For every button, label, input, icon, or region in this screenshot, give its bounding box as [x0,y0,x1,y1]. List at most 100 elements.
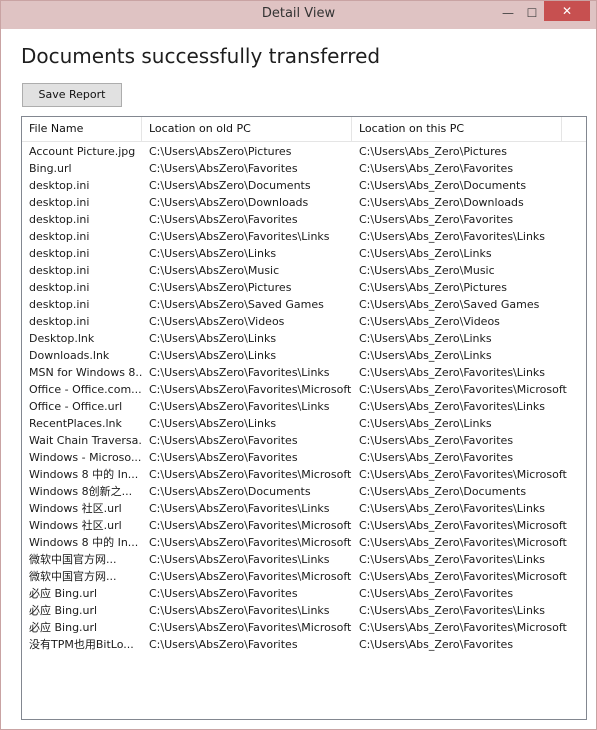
table-row[interactable]: Account Picture.jpg C:\Users\AbsZero\Pict… [22,143,586,160]
new-location-cell: C:\Users\Abs_Zero\Favorites\Links [359,502,546,515]
table-row[interactable]: Windows 社区.url C:\Users\AbsZero\Favorites… [22,517,586,534]
new-location-cell: C:\Users\Abs_Zero\Documents [359,179,527,192]
file-name-cell: Bing.url [29,162,72,175]
table-row[interactable]: desktop.ini C:\Users\AbsZero\Pictures C:\U… [22,279,586,296]
new-location-cell: C:\Users\Abs_Zero\Pictures [359,281,507,294]
old-location-cell: C:\Users\AbsZero\Favorites\Microsoft [149,519,352,532]
file-name-cell: 必应 Bing.url [29,587,98,600]
file-name-cell: Windows 社区.url [29,502,122,515]
old-location-cell: C:\Users\AbsZero\Favorites\Links [149,502,330,515]
column-header-file-name[interactable]: File Name [22,117,142,141]
table-row[interactable]: desktop.ini C:\Users\AbsZero\Favorites\Li… [22,228,586,245]
table-row[interactable]: Desktop.lnk C:\Users\AbsZero\Links C:\User… [22,330,586,347]
file-name-cell: Windows 社区.url [29,519,122,532]
table-row[interactable]: desktop.ini C:\Users\AbsZero\Documents C:\… [22,177,586,194]
table-row[interactable]: Downloads.lnk C:\Users\AbsZero\Links C:\Us… [22,347,586,364]
new-location-cell: C:\Users\Abs_Zero\Pictures [359,145,507,158]
old-location-cell: C:\Users\AbsZero\Favorites\Microsoft [149,570,352,583]
table-row[interactable]: 微软中国官方网... C:\Users\AbsZero\Favorites\Lin… [22,551,586,568]
old-location-cell: C:\Users\AbsZero\Favorites\Microsoft [149,468,352,481]
file-name-cell: Windows - Microso... [29,451,142,464]
table-row[interactable]: Wait Chain Traversa... C:\Users\AbsZero\F… [22,432,586,449]
new-location-cell: C:\Users\Abs_Zero\Favorites\Microsoft [359,570,567,583]
title-bar[interactable]: Detail View — ☐ ✕ [1,1,596,29]
table-row[interactable]: 微软中国官方网... C:\Users\AbsZero\Favorites\Mic… [22,568,586,585]
file-name-cell: desktop.ini [29,315,90,328]
new-location-cell: C:\Users\Abs_Zero\Favorites\Links [359,553,546,566]
table-row[interactable]: Windows - Microso... C:\Users\AbsZero\Fav… [22,449,586,466]
file-name-cell: MSN for Windows 8... [29,366,142,379]
old-location-cell: C:\Users\AbsZero\Links [149,349,277,362]
save-report-button[interactable]: Save Report [22,83,122,107]
table-row[interactable]: Office - Office.url C:\Users\AbsZero\Favo… [22,398,586,415]
table-row[interactable]: desktop.ini C:\Users\AbsZero\Favorites C:\… [22,211,586,228]
table-row[interactable]: 没有TPM也用BitLo... C:\Users\AbsZero\Favorite… [22,636,586,653]
old-location-cell: C:\Users\AbsZero\Favorites\Links [149,400,330,413]
table-row[interactable]: desktop.ini C:\Users\AbsZero\Videos C:\Use… [22,313,586,330]
new-location-cell: C:\Users\Abs_Zero\Favorites\Microsoft [359,621,567,634]
new-location-cell: C:\Users\Abs_Zero\Links [359,417,492,430]
old-location-cell: C:\Users\AbsZero\Downloads [149,196,309,209]
table-row[interactable]: Windows 社区.url C:\Users\AbsZero\Favorites… [22,500,586,517]
new-location-cell: C:\Users\Abs_Zero\Downloads [359,196,524,209]
close-button[interactable]: ✕ [544,1,590,21]
transferred-files-table[interactable]: File Name Location on old PC Location on… [21,116,587,720]
old-location-cell: C:\Users\AbsZero\Saved Games [149,298,324,311]
new-location-cell: C:\Users\Abs_Zero\Favorites [359,451,514,464]
table-row[interactable]: Bing.url C:\Users\AbsZero\Favorites C:\Use… [22,160,586,177]
old-location-cell: C:\Users\AbsZero\Favorites [149,587,298,600]
new-location-cell: C:\Users\Abs_Zero\Favorites\Microsoft [359,536,567,549]
file-name-cell: desktop.ini [29,298,90,311]
old-location-cell: C:\Users\AbsZero\Videos [149,315,285,328]
new-location-cell: C:\Users\Abs_Zero\Links [359,247,492,260]
file-name-cell: 微软中国官方网... [29,553,117,566]
new-location-cell: C:\Users\Abs_Zero\Favorites\Links [359,230,546,243]
new-location-cell: C:\Users\Abs_Zero\Favorites\Microsoft [359,519,567,532]
old-location-cell: C:\Users\AbsZero\Favorites\Links [149,553,330,566]
new-location-cell: C:\Users\Abs_Zero\Videos [359,315,500,328]
table-row[interactable]: 必应 Bing.url C:\Users\AbsZero\Favorites C:\… [22,585,586,602]
file-name-cell: Windows 8 中的 In... [29,468,139,481]
new-location-cell: C:\Users\Abs_Zero\Favorites [359,162,514,175]
old-location-cell: C:\Users\AbsZero\Favorites [149,638,298,651]
table-row[interactable]: Windows 8 中的 In... C:\Users\AbsZero\Favor… [22,534,586,551]
old-location-cell: C:\Users\AbsZero\Music [149,264,280,277]
new-location-cell: C:\Users\Abs_Zero\Favorites\Microsoft [359,468,567,481]
old-location-cell: C:\Users\AbsZero\Favorites [149,434,298,447]
table-row[interactable]: Windows 8 中的 In... C:\Users\AbsZero\Favor… [22,466,586,483]
old-location-cell: C:\Users\AbsZero\Pictures [149,281,292,294]
table-row[interactable]: 必应 Bing.url C:\Users\AbsZero\Favorites\Mi… [22,619,586,636]
file-name-cell: Windows 8创新之... [29,485,133,498]
file-name-cell: desktop.ini [29,264,90,277]
file-name-cell: Wait Chain Traversa... [29,434,142,447]
new-location-cell: C:\Users\Abs_Zero\Favorites [359,434,514,447]
file-name-cell: Office - Office.com.... [29,383,142,396]
file-name-cell: 必应 Bing.url [29,621,98,634]
old-location-cell: C:\Users\AbsZero\Links [149,332,277,345]
new-location-cell: C:\Users\Abs_Zero\Favorites [359,638,514,651]
column-header-old-location[interactable]: Location on old PC [142,117,352,141]
new-location-cell: C:\Users\Abs_Zero\Saved Games [359,298,540,311]
table-row[interactable]: Office - Office.com.... C:\Users\AbsZero\… [22,381,586,398]
old-location-cell: C:\Users\AbsZero\Pictures [149,145,292,158]
new-location-cell: C:\Users\Abs_Zero\Favorites\Microsoft [359,383,567,396]
table-row[interactable]: 必应 Bing.url C:\Users\AbsZero\Favorites\Li… [22,602,586,619]
old-location-cell: C:\Users\AbsZero\Favorites [149,213,298,226]
table-row[interactable]: desktop.ini C:\Users\AbsZero\Music C:\User… [22,262,586,279]
table-row[interactable]: RecentPlaces.lnk C:\Users\AbsZero\Links C:… [22,415,586,432]
file-name-cell: 没有TPM也用BitLo... [29,638,134,651]
table-row[interactable]: desktop.ini C:\Users\AbsZero\Downloads C:\… [22,194,586,211]
table-row[interactable]: Windows 8创新之... C:\Users\AbsZero\Document… [22,483,586,500]
table-row[interactable]: desktop.ini C:\Users\AbsZero\Links C:\User… [22,245,586,262]
column-header-new-location[interactable]: Location on this PC [352,117,562,141]
minimize-button[interactable]: — [495,3,521,23]
old-location-cell: C:\Users\AbsZero\Documents [149,179,311,192]
old-location-cell: C:\Users\AbsZero\Favorites\Links [149,366,330,379]
maximize-button[interactable]: ☐ [521,3,543,23]
old-location-cell: C:\Users\AbsZero\Links [149,247,277,260]
table-row[interactable]: desktop.ini C:\Users\AbsZero\Saved Games C… [22,296,586,313]
old-location-cell: C:\Users\AbsZero\Favorites\Links [149,604,330,617]
table-header: File Name Location on old PC Location on… [22,117,586,142]
file-name-cell: 必应 Bing.url [29,604,98,617]
table-row[interactable]: MSN for Windows 8... C:\Users\AbsZero\Fav… [22,364,586,381]
